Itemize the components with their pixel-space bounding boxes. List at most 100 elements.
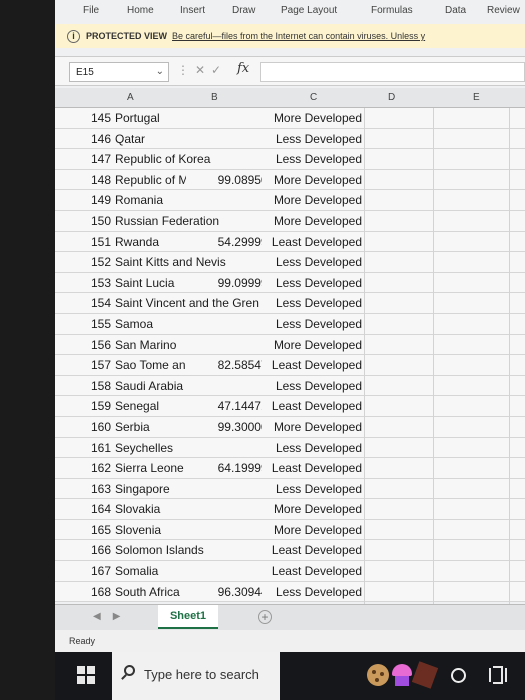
table-row[interactable]: 162 Sierra Leone 64.1999969 Least Developed: [55, 458, 525, 479]
cell-c[interactable]: Least Developed: [262, 461, 362, 476]
cell-c[interactable]: More Developed: [262, 172, 362, 187]
table-row[interactable]: 155 Samoa Less Developed: [55, 313, 525, 335]
cell-c[interactable]: More Developed: [262, 522, 362, 537]
spreadsheet-grid[interactable]: A B C D E 145 Portugal More Developed 146 Qa…: [55, 88, 525, 603]
cell-a[interactable]: Sierra Leone: [115, 461, 184, 475]
cell-a[interactable]: Singapore: [115, 482, 170, 496]
table-row[interactable]: 168 South Africa 96.3094482 Less Developed: [55, 581, 525, 603]
tab-file[interactable]: File: [83, 5, 99, 16]
cell-c[interactable]: More Developed: [262, 111, 362, 125]
cell-c[interactable]: Less Developed: [262, 296, 362, 311]
protected-view-message[interactable]: Be careful—files from the Internet can c…: [172, 31, 425, 41]
cell-a[interactable]: Romania: [115, 193, 163, 207]
column-header-e[interactable]: E: [473, 92, 480, 103]
cell-a[interactable]: Saint Vincent and the Gren: [115, 296, 259, 310]
cell-a[interactable]: Portugal: [115, 111, 160, 125]
table-row[interactable]: 160 Serbia 99.3000031 More Developed: [55, 416, 525, 438]
task-view-icon[interactable]: [489, 666, 507, 684]
table-row[interactable]: 159 Senegal 47.1447144 Least Developed: [55, 396, 525, 417]
windows-start-icon[interactable]: [77, 666, 95, 684]
formula-input[interactable]: [260, 62, 525, 82]
table-row[interactable]: 156 San Marino More Developed: [55, 334, 525, 356]
cell-a[interactable]: Rwanda: [115, 235, 159, 249]
column-header-d[interactable]: D: [388, 92, 395, 103]
cell-a[interactable]: Sao Tome an: [115, 358, 186, 372]
fx-icon[interactable]: fx: [237, 61, 249, 76]
cell-a[interactable]: Saint Lucia: [115, 276, 174, 290]
name-box[interactable]: E15 ⌄: [69, 62, 169, 82]
taskbar-search[interactable]: Type here to search: [112, 652, 280, 700]
table-row[interactable]: 164 Slovakia More Developed: [55, 499, 525, 520]
cell-c[interactable]: Less Developed: [262, 316, 362, 331]
table-row[interactable]: 149 Romania More Developed: [55, 190, 525, 211]
cookie-icon[interactable]: [367, 664, 389, 686]
table-row[interactable]: 152 Saint Kitts and Nevis Less Developed: [55, 252, 525, 273]
table-row[interactable]: 147 Republic of Korea Less Developed: [55, 149, 525, 170]
table-row[interactable]: 148 Republic of M 99.0895004 More Developed: [55, 169, 525, 191]
cortana-icon[interactable]: [451, 668, 466, 683]
tab-draw[interactable]: Draw: [232, 5, 255, 16]
chevron-down-icon[interactable]: ⌄: [156, 66, 164, 77]
cell-c[interactable]: Less Developed: [262, 255, 362, 270]
cell-a[interactable]: Republic of M: [115, 173, 188, 187]
tab-review[interactable]: Review: [487, 5, 520, 16]
table-row[interactable]: 166 Solomon Islands Least Developed: [55, 540, 525, 562]
cell-a[interactable]: South Africa: [115, 585, 180, 599]
cell-c[interactable]: Least Developed: [262, 234, 362, 249]
cell-a[interactable]: Qatar: [115, 132, 145, 146]
cell-c[interactable]: Less Developed: [262, 584, 362, 599]
cell-a[interactable]: Saudi Arabia: [115, 379, 183, 393]
cell-a[interactable]: Russian Federation: [115, 214, 219, 228]
column-header-b[interactable]: B: [211, 92, 218, 103]
cell-c[interactable]: Less Developed: [262, 131, 362, 146]
column-header-a[interactable]: A: [127, 92, 134, 103]
cell-c[interactable]: More Developed: [262, 502, 362, 517]
cell-c[interactable]: Least Developed: [262, 399, 362, 414]
table-row[interactable]: 165 Slovenia More Developed: [55, 519, 525, 541]
table-row[interactable]: 150 Russian Federation More Developed: [55, 210, 525, 232]
cell-a[interactable]: Saint Kitts and Nevis: [115, 255, 226, 269]
table-row[interactable]: 157 Sao Tome an 82.5854797 Least Developed: [55, 355, 525, 376]
cell-c[interactable]: More Developed: [262, 337, 362, 352]
cell-c[interactable]: Least Developed: [262, 564, 362, 579]
cupcake-icon[interactable]: [391, 664, 413, 686]
add-sheet-icon[interactable]: +: [258, 610, 272, 624]
cell-a[interactable]: Slovakia: [115, 502, 160, 516]
cell-c[interactable]: More Developed: [262, 213, 362, 228]
cell-a[interactable]: Senegal: [115, 399, 159, 413]
sheet-tab-sheet1[interactable]: Sheet1: [158, 605, 218, 629]
cell-c[interactable]: Less Developed: [262, 275, 362, 290]
cell-c[interactable]: Less Developed: [262, 481, 362, 496]
tab-page-layout[interactable]: Page Layout: [281, 5, 337, 16]
table-row[interactable]: 146 Qatar Less Developed: [55, 128, 525, 150]
cell-c[interactable]: More Developed: [262, 419, 362, 434]
table-row[interactable]: 163 Singapore Less Developed: [55, 478, 525, 500]
cell-c[interactable]: Less Developed: [262, 378, 362, 393]
cell-c[interactable]: Less Developed: [262, 152, 362, 167]
cell-a[interactable]: Slovenia: [115, 523, 161, 537]
table-row[interactable]: 151 Rwanda 54.2999992 Least Developed: [55, 231, 525, 253]
table-row[interactable]: 154 Saint Vincent and the Gren Less Develo…: [55, 293, 525, 314]
cell-a[interactable]: Serbia: [115, 420, 150, 434]
chocolate-icon[interactable]: [411, 661, 439, 689]
tab-data[interactable]: Data: [445, 5, 466, 16]
column-header-c[interactable]: C: [310, 92, 317, 103]
tab-formulas[interactable]: Formulas: [371, 5, 413, 16]
sheet-nav-arrows[interactable]: ◀▶: [93, 611, 132, 622]
cell-c[interactable]: Less Developed: [262, 440, 362, 455]
table-row[interactable]: 167 Somalia Least Developed: [55, 561, 525, 582]
cell-c[interactable]: Least Developed: [262, 543, 362, 558]
table-row[interactable]: 161 Seychelles Less Developed: [55, 437, 525, 459]
tab-insert[interactable]: Insert: [180, 5, 205, 16]
table-row[interactable]: 153 Saint Lucia 99.0999985 Less Developed: [55, 272, 525, 294]
cell-a[interactable]: Republic of Korea: [115, 152, 210, 166]
cell-a[interactable]: Solomon Islands: [115, 543, 204, 557]
cell-c[interactable]: Least Developed: [262, 358, 362, 373]
cell-a[interactable]: Seychelles: [115, 441, 173, 455]
cell-a[interactable]: San Marino: [115, 338, 176, 352]
table-row[interactable]: 158 Saudi Arabia Less Developed: [55, 375, 525, 397]
table-row[interactable]: 145 Portugal More Developed: [55, 108, 525, 129]
tab-home[interactable]: Home: [127, 5, 154, 16]
cell-a[interactable]: Somalia: [115, 564, 158, 578]
cell-a[interactable]: Samoa: [115, 317, 153, 331]
